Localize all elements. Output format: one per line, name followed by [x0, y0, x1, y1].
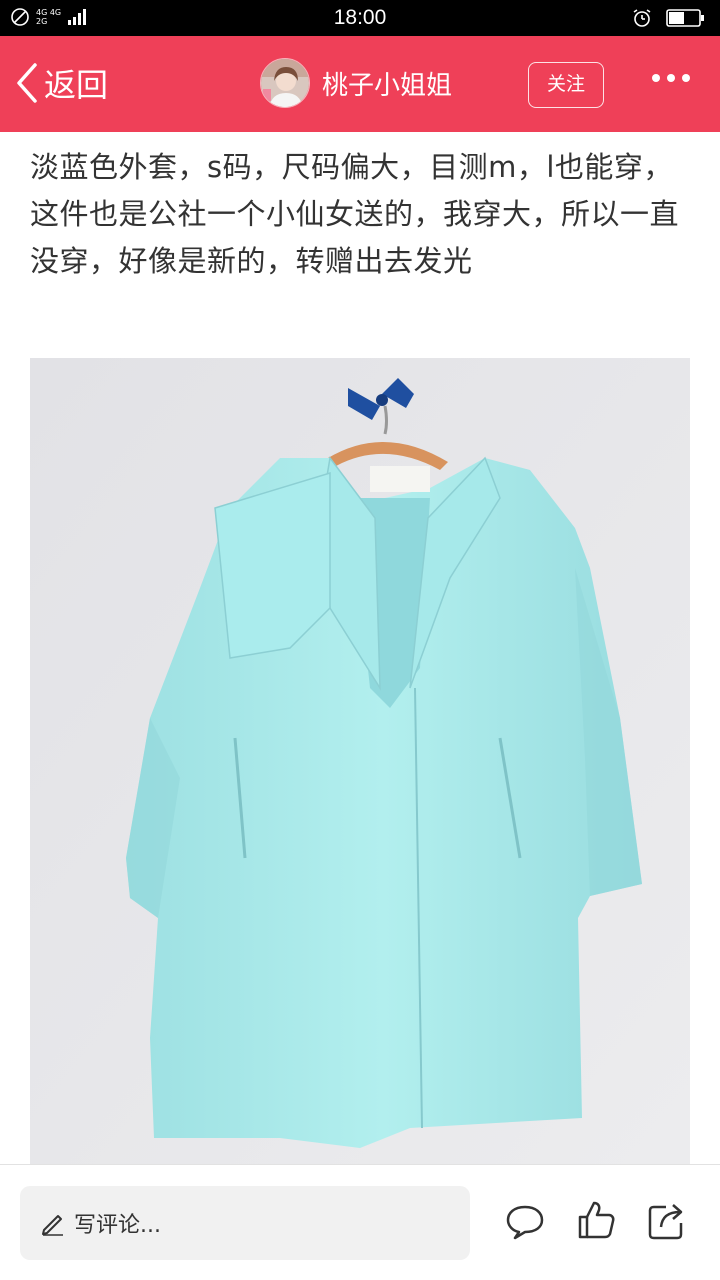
back-label: 返回	[44, 66, 109, 104]
avatar[interactable]	[260, 58, 310, 108]
alarm-icon	[633, 9, 651, 27]
back-button[interactable]: 返回	[14, 60, 108, 106]
more-button[interactable]	[652, 74, 690, 82]
thumbs-up-icon[interactable]	[576, 1199, 616, 1241]
username[interactable]: 桃子小姐姐	[322, 65, 452, 102]
share-icon[interactable]	[646, 1201, 686, 1241]
more-dot	[682, 74, 690, 82]
header-bar: 返回 桃子小姐姐 关注	[0, 36, 720, 132]
pen-icon	[42, 1215, 63, 1236]
more-dot	[652, 74, 660, 82]
more-dot	[667, 74, 675, 82]
follow-button[interactable]: 关注	[528, 62, 604, 108]
back-chevron-icon	[17, 63, 37, 103]
status-bar: 4G 4G 2G 18:00	[0, 0, 720, 36]
comment-input[interactable]: 写评论...	[20, 1186, 470, 1260]
post-text: 淡蓝色外套，s码，尺码偏大，目测m，l也能穿，这件也是公社一个小仙女送的，我穿大…	[30, 150, 680, 278]
post-photo[interactable]	[30, 358, 690, 1164]
bottom-action-bar: 写评论...	[0, 1164, 720, 1280]
user-info[interactable]: 桃子小姐姐	[260, 58, 452, 108]
status-right	[632, 8, 706, 28]
battery-icon	[666, 9, 704, 27]
status-time: 18:00	[333, 6, 387, 29]
comment-bubble-icon[interactable]	[505, 1203, 545, 1241]
comment-placeholder: 写评论...	[74, 1213, 161, 1238]
